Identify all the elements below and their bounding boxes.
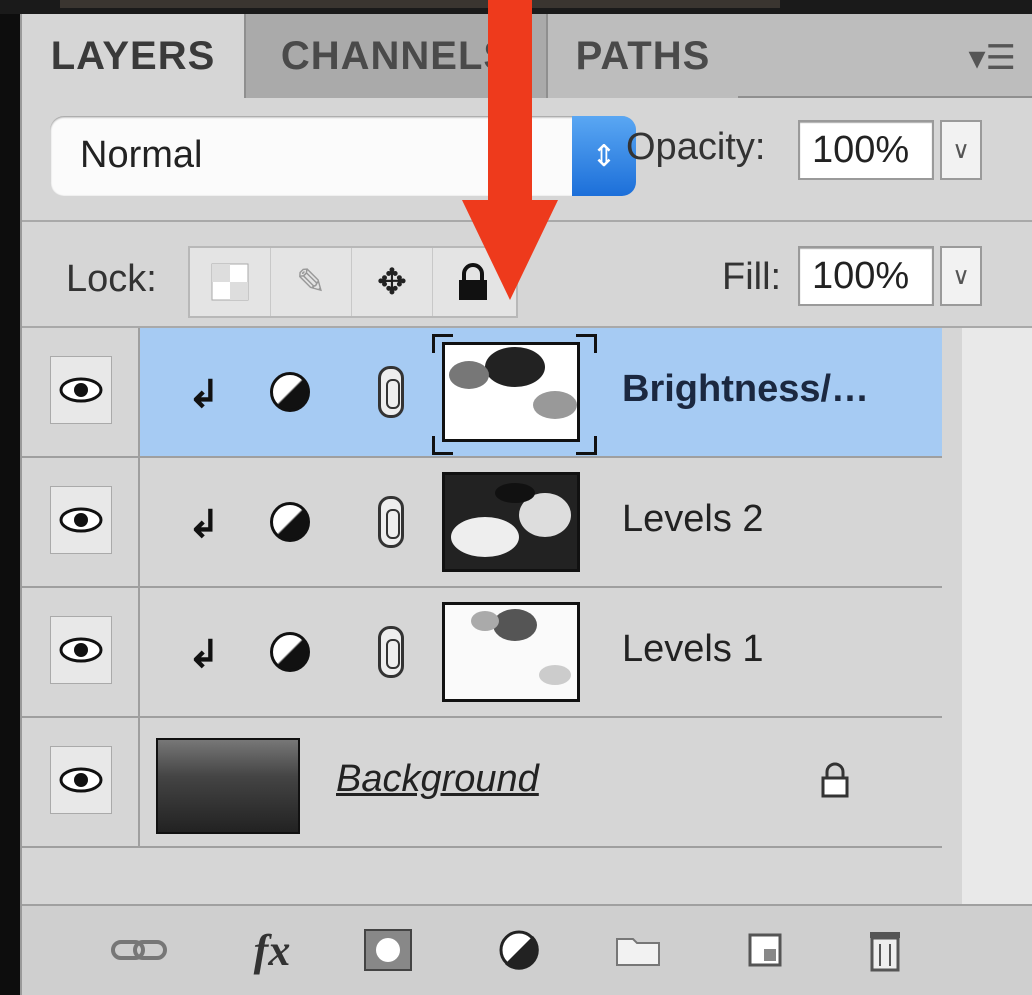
mask-selection-corner: [432, 436, 453, 455]
trash-icon[interactable]: [860, 924, 910, 976]
opacity-dropdown-icon[interactable]: ∨: [940, 120, 982, 180]
blend-mode-select[interactable]: Normal ⇕: [50, 116, 636, 196]
link-chain-icon[interactable]: [378, 626, 404, 678]
layer-content: ↲ Levels 1: [140, 588, 942, 716]
mask-selection-corner: [576, 334, 597, 353]
link-icon[interactable]: [104, 924, 174, 976]
visibility-cell: [22, 588, 140, 716]
eye-icon[interactable]: [50, 356, 112, 424]
adjustment-layer-icon: [270, 372, 310, 412]
panel-menu-icon[interactable]: ▾☰: [968, 38, 1016, 78]
layer-row-background[interactable]: Background: [22, 718, 942, 848]
layer-content: ↲ Brightness/…: [140, 328, 942, 456]
lock-pixels-brush-icon[interactable]: ✎: [271, 248, 352, 316]
new-layer-icon[interactable]: [740, 924, 790, 976]
panel-bottom-toolbar: fx: [22, 904, 1032, 995]
layer-name[interactable]: Levels 1: [622, 628, 764, 671]
window-top-strip-inner: [60, 0, 780, 8]
layer-name[interactable]: Brightness/…: [622, 368, 869, 411]
clipping-arrow-icon: ↲: [188, 374, 220, 416]
fill-label: Fill:: [722, 256, 782, 298]
visibility-cell: [22, 718, 140, 846]
visibility-cell: [22, 458, 140, 586]
fill-field[interactable]: 100%: [798, 246, 934, 306]
panel-scroll-area: [962, 328, 1032, 908]
adjustment-layer-icon: [270, 502, 310, 542]
blend-mode-value: Normal: [80, 134, 203, 176]
mask-selection-corner: [576, 436, 597, 455]
mask-selection-corner: [432, 334, 453, 353]
layer-row-brightness[interactable]: ↲ Brightness/…: [22, 328, 942, 458]
layer-lock-icon: [820, 762, 850, 807]
visibility-cell: [22, 328, 140, 456]
fill-dropdown-icon[interactable]: ∨: [940, 246, 982, 306]
fx-icon[interactable]: fx: [232, 924, 312, 976]
tab-layers[interactable]: LAYERS: [22, 14, 246, 98]
clipping-arrow-icon: ↲: [188, 504, 220, 546]
lock-transparency-icon[interactable]: [190, 248, 271, 316]
layer-mask-thumbnail[interactable]: [442, 342, 580, 442]
layer-name[interactable]: Background: [336, 758, 539, 801]
opacity-field[interactable]: 100%: [798, 120, 934, 180]
mask-icon[interactable]: [358, 924, 418, 976]
layer-mask-thumbnail[interactable]: [442, 602, 580, 702]
link-chain-icon[interactable]: [378, 496, 404, 548]
link-chain-icon[interactable]: [378, 366, 404, 418]
lock-position-move-icon[interactable]: ✥: [352, 248, 433, 316]
adjustment-layer-icon: [270, 632, 310, 672]
eye-icon[interactable]: [50, 746, 112, 814]
eye-icon[interactable]: [50, 486, 112, 554]
opacity-label: Opacity:: [626, 126, 766, 168]
folder-icon[interactable]: [608, 924, 668, 976]
layer-name[interactable]: Levels 2: [622, 498, 764, 541]
layer-row-levels-1[interactable]: ↲ Levels 1: [22, 588, 942, 718]
layer-mask-thumbnail[interactable]: [442, 472, 580, 572]
lock-label: Lock:: [66, 258, 157, 300]
annotation-arrow-head: [462, 200, 558, 300]
adjustment-icon[interactable]: [484, 924, 554, 976]
eye-icon[interactable]: [50, 616, 112, 684]
tab-paths[interactable]: PATHS: [548, 14, 738, 98]
layer-content: Background: [140, 718, 942, 846]
layer-row-levels-2[interactable]: ↲ Levels 2: [22, 458, 942, 588]
clipping-arrow-icon: ↲: [188, 634, 220, 676]
background-thumbnail[interactable]: [156, 738, 300, 834]
annotation-arrow-shaft: [488, 0, 532, 204]
layer-content: ↲ Levels 2: [140, 458, 942, 586]
